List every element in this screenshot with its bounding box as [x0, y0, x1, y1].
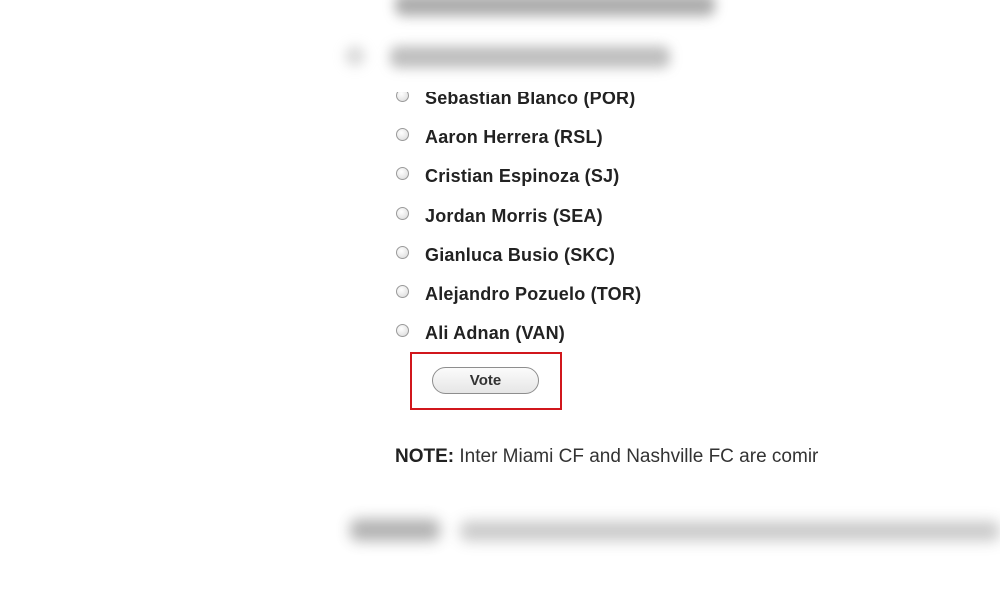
poll-option[interactable]: Gianluca Busio (SKC)	[380, 236, 641, 275]
blurred-text	[460, 521, 1000, 541]
blurred-following-content	[330, 505, 1000, 565]
radio-button[interactable]	[396, 285, 409, 299]
radio-button[interactable]	[396, 167, 409, 181]
poll-option-label: Gianluca Busio (SKC)	[425, 244, 616, 265]
blurred-radio	[345, 46, 365, 66]
radio-button[interactable]	[396, 128, 409, 142]
blurred-heading	[395, 0, 715, 16]
radio-button[interactable]	[396, 92, 409, 103]
poll-option-label: Aaron Herrera (RSL)	[425, 127, 603, 148]
radio-button[interactable]	[396, 245, 409, 259]
poll-option[interactable]: Jordan Morris (SEA)	[380, 197, 641, 236]
note-text: NOTE: Inter Miami CF and Nashville FC ar…	[395, 446, 860, 472]
radio-button[interactable]	[396, 206, 409, 220]
poll-option[interactable]: Cristian Espinoza (SJ)	[380, 157, 641, 196]
note-body: Inter Miami CF and Nashville FC are comi…	[454, 446, 819, 467]
blurred-label	[350, 519, 440, 541]
blurred-option	[390, 46, 670, 68]
poll-option-label: Sebastian Blanco (POR)	[425, 92, 636, 109]
radio-button[interactable]	[396, 324, 409, 338]
poll-options-list: Sebastian Blanco (POR) Aaron Herrera (RS…	[380, 92, 641, 352]
poll-option-label: Cristian Espinoza (SJ)	[425, 166, 620, 187]
blurred-previous-content	[330, 0, 715, 92]
poll-option-label: Alejandro Pozuelo (TOR)	[425, 284, 642, 305]
note-label: NOTE:	[395, 446, 455, 467]
poll-option[interactable]: Ali Adnan (VAN)	[380, 314, 641, 352]
vote-button[interactable]: Vote	[432, 367, 539, 394]
poll-option[interactable]: Aaron Herrera (RSL)	[380, 118, 641, 157]
poll-option[interactable]: Sebastian Blanco (POR)	[380, 92, 641, 118]
poll-option-label: Jordan Morris (SEA)	[425, 205, 603, 226]
poll-options-container: Sebastian Blanco (POR) Aaron Herrera (RS…	[380, 92, 880, 352]
poll-option[interactable]: Alejandro Pozuelo (TOR)	[380, 275, 641, 314]
page: Sebastian Blanco (POR) Aaron Herrera (RS…	[0, 0, 1000, 590]
poll-option-label: Ali Adnan (VAN)	[425, 323, 565, 344]
